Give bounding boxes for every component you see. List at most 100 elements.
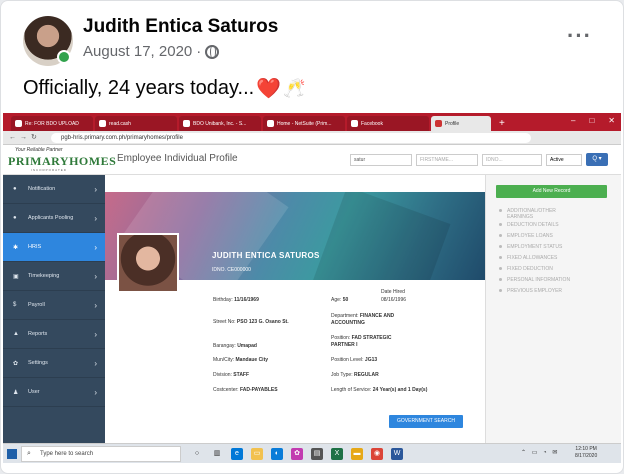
sidebar-item-hris[interactable]: ✱ HRIS › xyxy=(3,233,105,262)
government-search-button[interactable]: GOVERNMENT SEARCH xyxy=(389,415,463,428)
browser-tab[interactable]: read.cash xyxy=(95,116,177,131)
globe-icon[interactable] xyxy=(205,44,220,59)
job-type-field: Job Type: REGULAR xyxy=(331,372,379,378)
browser-nav-icons[interactable]: ←→↻ xyxy=(9,133,41,141)
chrome-icon[interactable]: ◉ xyxy=(371,448,383,460)
excel-icon[interactable]: X xyxy=(331,448,343,460)
browser-tab[interactable]: Re: FOR BDO UPLOAD xyxy=(11,116,93,131)
sidebar-item-settings[interactable]: ✿ Settings › xyxy=(3,349,105,378)
costcenter-value: FAD-PAYABLES xyxy=(239,387,278,393)
folder-icon[interactable]: ▬ xyxy=(351,448,363,460)
address-bar: ←→↻ pgb-hris.primary.com.ph/primaryhomes… xyxy=(3,131,621,145)
record-panel: Add New Record ADDITIONAL/OTHER EARNINGS… xyxy=(485,175,621,443)
record-item[interactable]: DEDUCTION DETAILS xyxy=(499,222,579,233)
post-photo-screenshot[interactable]: Re: FOR BDO UPLOAD read.cash BDO Unibank… xyxy=(3,113,621,463)
tab-favicon-icon xyxy=(267,120,274,127)
browser-tab[interactable]: BDO Unibank, Inc. - S... xyxy=(179,116,261,131)
record-item[interactable]: FIXED DEDUCTION xyxy=(499,266,579,277)
post-author[interactable]: Judith Entica Saturos xyxy=(83,16,278,38)
employee-idno: IDNO. CE000000 xyxy=(212,267,251,273)
chevron-right-icon: › xyxy=(94,213,97,223)
chevron-right-icon: › xyxy=(94,300,97,310)
tab-favicon-icon xyxy=(99,120,106,127)
taskbar-search[interactable]: ⌕ Type here to search xyxy=(21,446,181,462)
edge-chromium-icon[interactable]: ◐ xyxy=(271,448,283,460)
hris-icon: ✱ xyxy=(13,244,19,251)
barangay-value: Umapad xyxy=(237,343,257,349)
sidebar-item-user[interactable]: ♟ User › xyxy=(3,378,105,407)
record-list: ADDITIONAL/OTHER EARNINGS DEDUCTION DETA… xyxy=(499,208,579,299)
word-icon[interactable]: W xyxy=(391,448,403,460)
browser-tab-bar: Re: FOR BDO UPLOAD read.cash BDO Unibank… xyxy=(3,113,621,131)
sidebar-item-label: Timekeeping xyxy=(28,273,60,279)
lastname-search-input[interactable]: satur xyxy=(350,154,412,166)
minimize-icon[interactable]: – xyxy=(571,116,575,125)
app-icon[interactable]: ✿ xyxy=(291,448,303,460)
maximize-icon[interactable]: □ xyxy=(589,116,594,125)
task-view-icon[interactable]: ▥ xyxy=(211,448,223,460)
url-field[interactable]: pgb-hris.primary.com.ph/primaryhomes/pro… xyxy=(51,133,531,143)
sidebar-item-label: User xyxy=(28,389,40,395)
sidebar-item-reports[interactable]: ▲ Reports › xyxy=(3,320,105,349)
record-item[interactable]: EMPLOYEE LOANS xyxy=(499,233,579,244)
windows-start-icon[interactable] xyxy=(7,449,17,459)
bullet-icon xyxy=(499,245,502,248)
chevron-right-icon: › xyxy=(94,387,97,397)
bullet-icon xyxy=(499,278,502,281)
age-field: Age: 50 xyxy=(331,297,348,303)
browser-tab[interactable]: Home - NetSuite (Prim... xyxy=(263,116,345,131)
sidebar-item-label: Settings xyxy=(28,360,48,366)
bullet-icon xyxy=(499,256,502,259)
idno-input[interactable]: IDNO... xyxy=(482,154,542,166)
sidebar-item-payroll[interactable]: $ Payroll › xyxy=(3,291,105,320)
users-icon: ● xyxy=(13,215,17,221)
clock-date: 8/17/2020 xyxy=(575,453,598,459)
store-icon[interactable]: ▤ xyxy=(311,448,323,460)
browser-tab-active[interactable]: Profile xyxy=(431,116,491,131)
post-date[interactable]: August 17, 2020 xyxy=(83,43,192,60)
system-tray-icons[interactable]: ⌃ ▭ ◔ ✉ xyxy=(521,449,559,456)
muncity-field: Mun/City: Mandaue City xyxy=(213,357,268,363)
taskbar-clock[interactable]: 12:10 PM 8/17/2020 xyxy=(575,446,597,460)
division-label: Division: xyxy=(213,372,232,378)
record-item-label: PREVIOUS EMPLOYER xyxy=(507,288,563,294)
sidebar-item-timekeeping[interactable]: ▣ Timekeeping › xyxy=(3,262,105,291)
taskbar-search-placeholder: Type here to search xyxy=(40,451,94,457)
sidebar-item-label: HRIS xyxy=(28,244,42,250)
record-item[interactable]: PREVIOUS EMPLOYER xyxy=(499,288,579,299)
status-select[interactable]: Active xyxy=(546,154,582,166)
close-icon[interactable]: ✕ xyxy=(608,116,615,125)
birthday-value: 11/16/1969 xyxy=(234,297,259,303)
search-button[interactable]: Q ▾ xyxy=(586,153,608,166)
bell-icon: ● xyxy=(13,186,17,192)
sidebar-item-applicants[interactable]: ● Applicants Pooling › xyxy=(3,204,105,233)
app-header: Your Reliable Partner PRIMARYHOMES INCOR… xyxy=(3,145,621,175)
record-item[interactable]: FIXED ALLOWANCES xyxy=(499,255,579,266)
record-item[interactable]: PERSONAL INFORMATION xyxy=(499,277,579,288)
street-value: PSO 123 G. Osano St. xyxy=(236,319,289,325)
add-new-record-button[interactable]: Add New Record xyxy=(496,185,607,198)
record-item[interactable]: EMPLOYMENT STATUS xyxy=(499,244,579,255)
employee-photo xyxy=(117,233,179,293)
bullet-icon xyxy=(499,209,502,212)
firstname-input[interactable]: FIRSTNAME... xyxy=(416,154,478,166)
edge-icon[interactable]: e xyxy=(231,448,243,460)
calendar-icon: ▣ xyxy=(13,273,19,280)
position-level-value: JG13 xyxy=(364,357,378,363)
cortana-icon[interactable]: ○ xyxy=(191,448,203,460)
length-of-service-field: Length of Service: 24 Year(s) and 1 Day(… xyxy=(331,387,427,393)
page-title: Employee Individual Profile xyxy=(117,153,238,164)
clinking-glasses-emoji: 🥂 xyxy=(283,78,306,98)
company-logo[interactable]: PRIMARYHOMES xyxy=(8,154,116,169)
record-item[interactable]: ADDITIONAL/OTHER EARNINGS xyxy=(499,208,579,222)
age-label: Age: xyxy=(331,297,342,303)
tab-label: BDO Unibank, Inc. - S... xyxy=(193,120,247,127)
browser-tab[interactable]: Facebook xyxy=(347,116,429,131)
record-item-label: EMPLOYEE LOANS xyxy=(507,233,553,239)
file-explorer-icon[interactable]: ▭ xyxy=(251,448,263,460)
more-options-icon[interactable]: ··· xyxy=(567,23,592,49)
sidebar-item-notification[interactable]: ● Notification › xyxy=(3,175,105,204)
user-icon: ♟ xyxy=(13,389,19,396)
chevron-right-icon: › xyxy=(94,271,97,281)
new-tab-button[interactable]: + xyxy=(499,117,505,131)
